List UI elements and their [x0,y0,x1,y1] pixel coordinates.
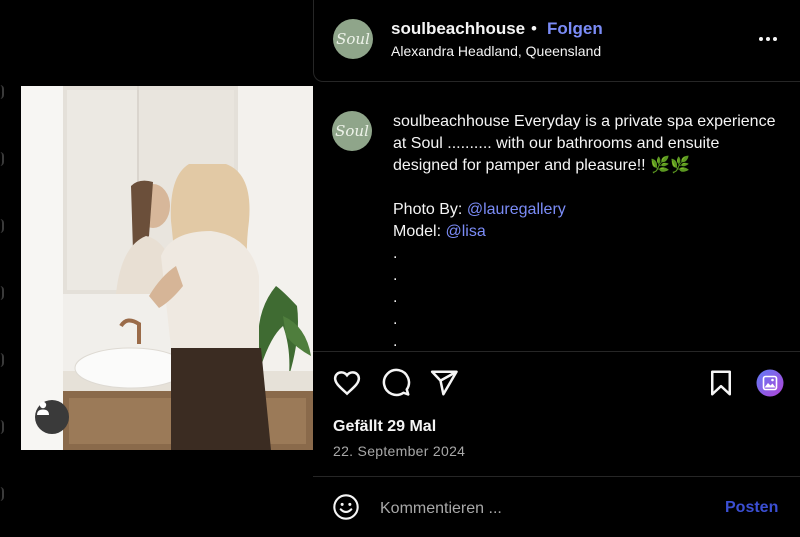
likes-count[interactable]: Gefällt 29 Mal [333,418,436,436]
location-link[interactable]: Alexandra Headland, Queensland [391,43,601,59]
divider [313,476,800,477]
caption-area: Soul soulbeachhouse Everyday is a privat… [313,82,800,352]
post-header: Soul soulbeachhouse • Folgen Alexandra H… [313,0,800,82]
divider [313,351,800,352]
comment-icon[interactable] [381,368,411,398]
avatar[interactable]: Soul [332,111,372,151]
background-page-edge [0,0,14,537]
post-comment-button[interactable]: Posten [725,499,778,517]
caption-dot: . [393,245,398,262]
model-label: Model: [393,223,442,240]
username-link[interactable]: soulbeachhouse [391,19,525,39]
separator-dot: • [531,19,537,38]
user-tag-icon [37,401,49,415]
caption-username-link[interactable]: soulbeachhouse [393,113,510,130]
mention-link[interactable]: @lisa [445,223,485,240]
caption-dot: . [393,311,398,328]
more-options-icon [759,37,763,41]
heart-icon[interactable] [332,368,362,398]
paper-plane-icon[interactable] [429,368,459,398]
photo-by-label: Photo By: [393,201,463,218]
bookmark-icon[interactable] [706,368,736,398]
more-options-button[interactable] [754,28,782,50]
image-gallery-icon[interactable] [755,368,785,398]
mention-link[interactable]: @lauregallery [467,201,566,218]
post-image[interactable] [21,86,313,450]
caption-dot: . [393,333,398,350]
caption-text: soulbeachhouse Everyday is a private spa… [393,111,788,352]
avatar-logo-text: Soul [335,122,369,140]
user-tag-button[interactable] [35,400,69,434]
post-details-panel: Soul soulbeachhouse • Folgen Alexandra H… [313,0,800,537]
post-date: 22. September 2024 [333,443,466,459]
follow-button[interactable]: Folgen [547,19,603,39]
avatar-logo-text: Soul [336,30,370,48]
avatar[interactable]: Soul [333,19,373,59]
caption-dot: . [393,289,398,306]
comment-input[interactable] [380,498,710,520]
smiley-icon[interactable] [332,493,360,521]
caption-dot: . [393,267,398,284]
post-photo-illustration [21,86,313,450]
